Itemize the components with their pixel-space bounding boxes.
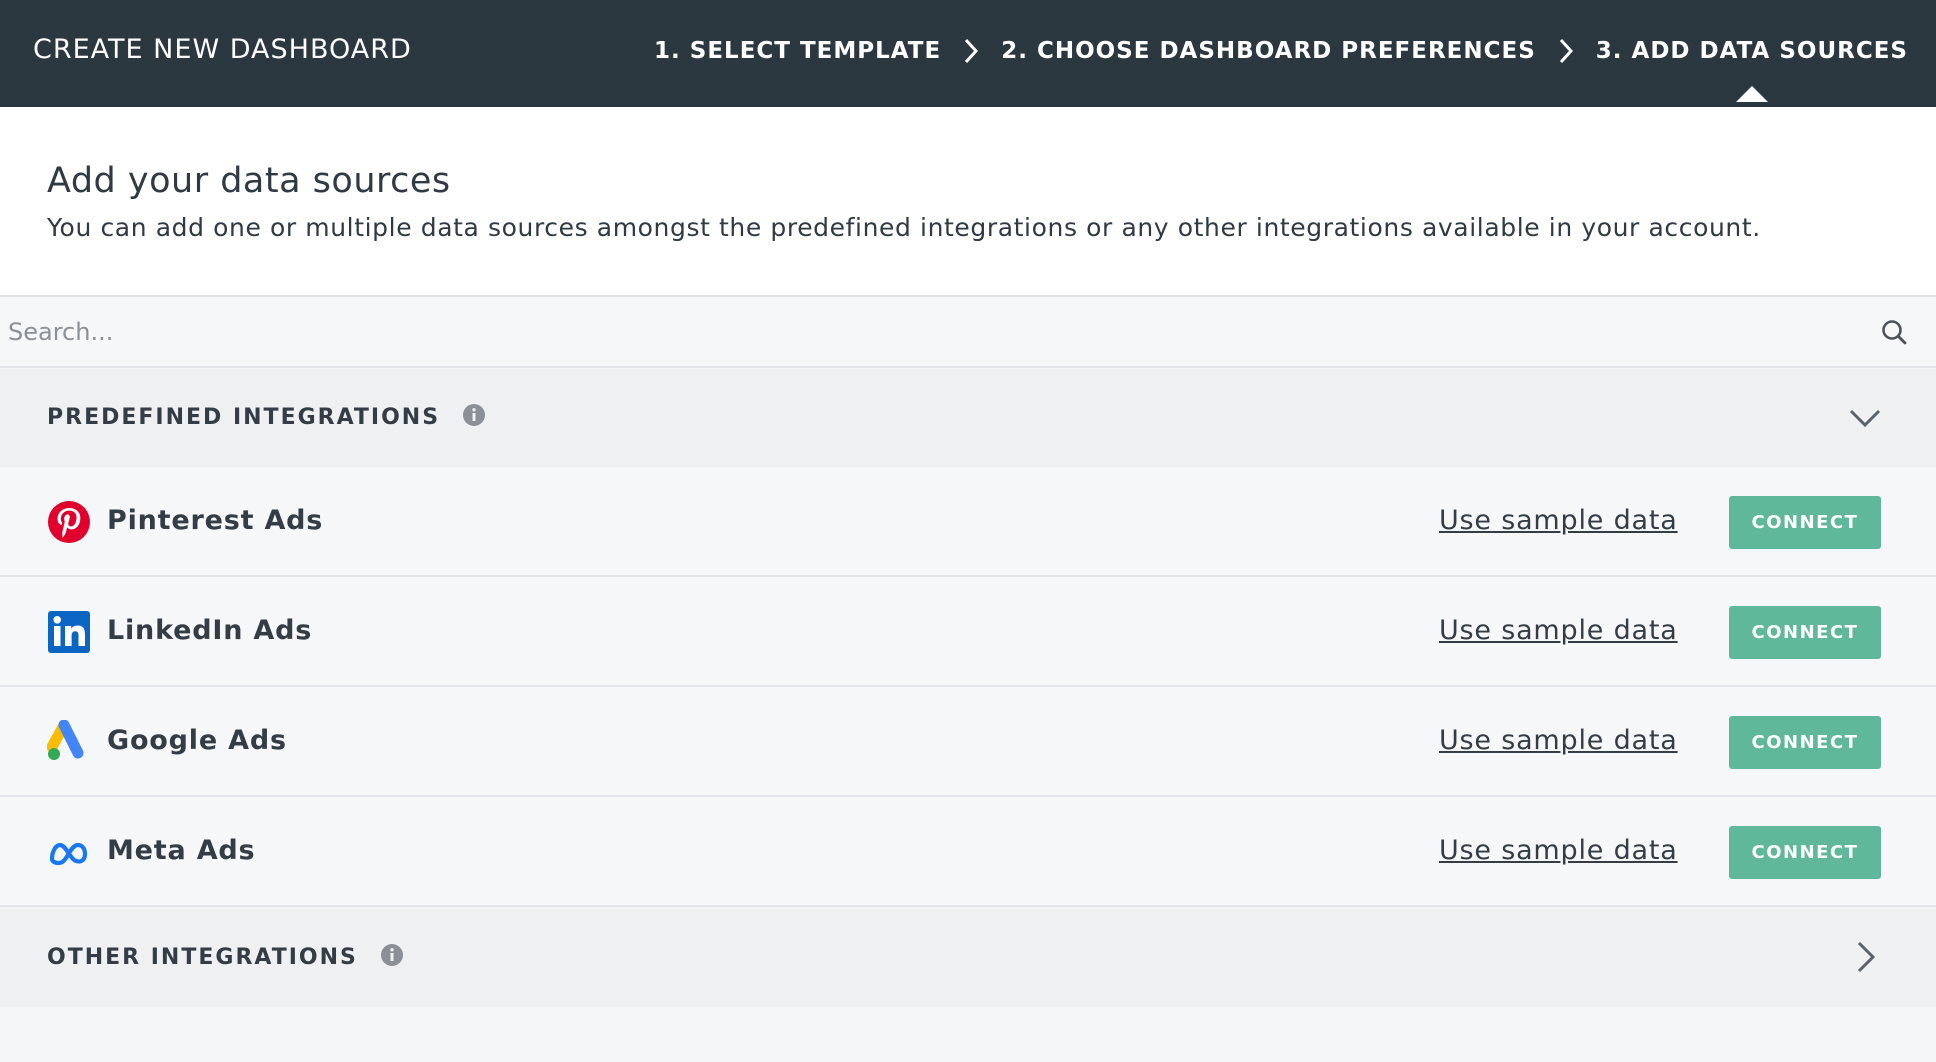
wizard-steps: 1. SELECT TEMPLATE 2. CHOOSE DASHBOARD P… <box>654 36 1908 102</box>
integration-name: Pinterest Ads <box>107 505 324 536</box>
active-step-indicator <box>1735 86 1768 102</box>
chevron-right-icon[interactable] <box>1847 939 1883 975</box>
integration-row-pinterest: Pinterest Ads Use sample data CONNECT <box>0 467 1936 577</box>
search-icon[interactable] <box>1880 318 1908 346</box>
other-integrations-title: OTHER INTEGRATIONS <box>47 943 404 970</box>
integration-row-google-ads: Google Ads Use sample data CONNECT <box>0 687 1936 797</box>
linkedin-logo-icon <box>48 611 90 653</box>
predefined-integrations-title: PREDEFINED INTEGRATIONS <box>47 403 486 430</box>
predefined-integrations-header[interactable]: PREDEFINED INTEGRATIONS <box>0 369 1936 467</box>
info-icon[interactable] <box>380 943 404 967</box>
chevron-right-icon <box>941 36 1001 66</box>
predefined-integrations-label: PREDEFINED INTEGRATIONS <box>47 405 441 430</box>
chevron-down-icon[interactable] <box>1847 400 1883 436</box>
integration-row-meta-ads: Meta Ads Use sample data CONNECT <box>0 797 1936 907</box>
connect-button[interactable]: CONNECT <box>1729 826 1881 879</box>
step-add-data-sources[interactable]: 3. ADD DATA SOURCES <box>1595 38 1908 102</box>
use-sample-data-link[interactable]: Use sample data <box>1439 505 1678 536</box>
connect-button[interactable]: CONNECT <box>1729 496 1881 549</box>
pinterest-logo-icon <box>48 501 90 543</box>
connect-button[interactable]: CONNECT <box>1729 716 1881 769</box>
page-footer-space <box>0 1007 1936 1062</box>
integration-name: Meta Ads <box>107 835 256 866</box>
section-heading: Add your data sources <box>47 161 451 201</box>
step-add-data-sources-label: 3. ADD DATA SOURCES <box>1595 38 1908 64</box>
google-ads-logo-icon <box>47 720 84 760</box>
integration-name: LinkedIn Ads <box>107 615 313 646</box>
search-bar <box>0 298 1936 368</box>
use-sample-data-link[interactable]: Use sample data <box>1439 835 1678 866</box>
search-input[interactable] <box>0 298 1860 366</box>
connect-button[interactable]: CONNECT <box>1729 606 1881 659</box>
meta-logo-icon <box>49 842 88 866</box>
info-icon[interactable] <box>462 403 486 427</box>
intro-section: Add your data sources You can add one or… <box>0 107 1936 297</box>
chevron-right-icon <box>1536 36 1596 66</box>
page-title: CREATE NEW DASHBOARD <box>33 34 412 65</box>
step-dashboard-preferences[interactable]: 2. CHOOSE DASHBOARD PREFERENCES <box>1001 38 1536 64</box>
top-bar: CREATE NEW DASHBOARD 1. SELECT TEMPLATE … <box>0 0 1936 107</box>
other-integrations-label: OTHER INTEGRATIONS <box>47 945 358 970</box>
other-integrations-header[interactable]: OTHER INTEGRATIONS <box>0 909 1936 1007</box>
use-sample-data-link[interactable]: Use sample data <box>1439 615 1678 646</box>
step-select-template[interactable]: 1. SELECT TEMPLATE <box>654 38 941 64</box>
integration-row-linkedin: LinkedIn Ads Use sample data CONNECT <box>0 577 1936 687</box>
section-description: You can add one or multiple data sources… <box>47 213 1761 242</box>
integration-name: Google Ads <box>107 725 287 756</box>
use-sample-data-link[interactable]: Use sample data <box>1439 725 1678 756</box>
